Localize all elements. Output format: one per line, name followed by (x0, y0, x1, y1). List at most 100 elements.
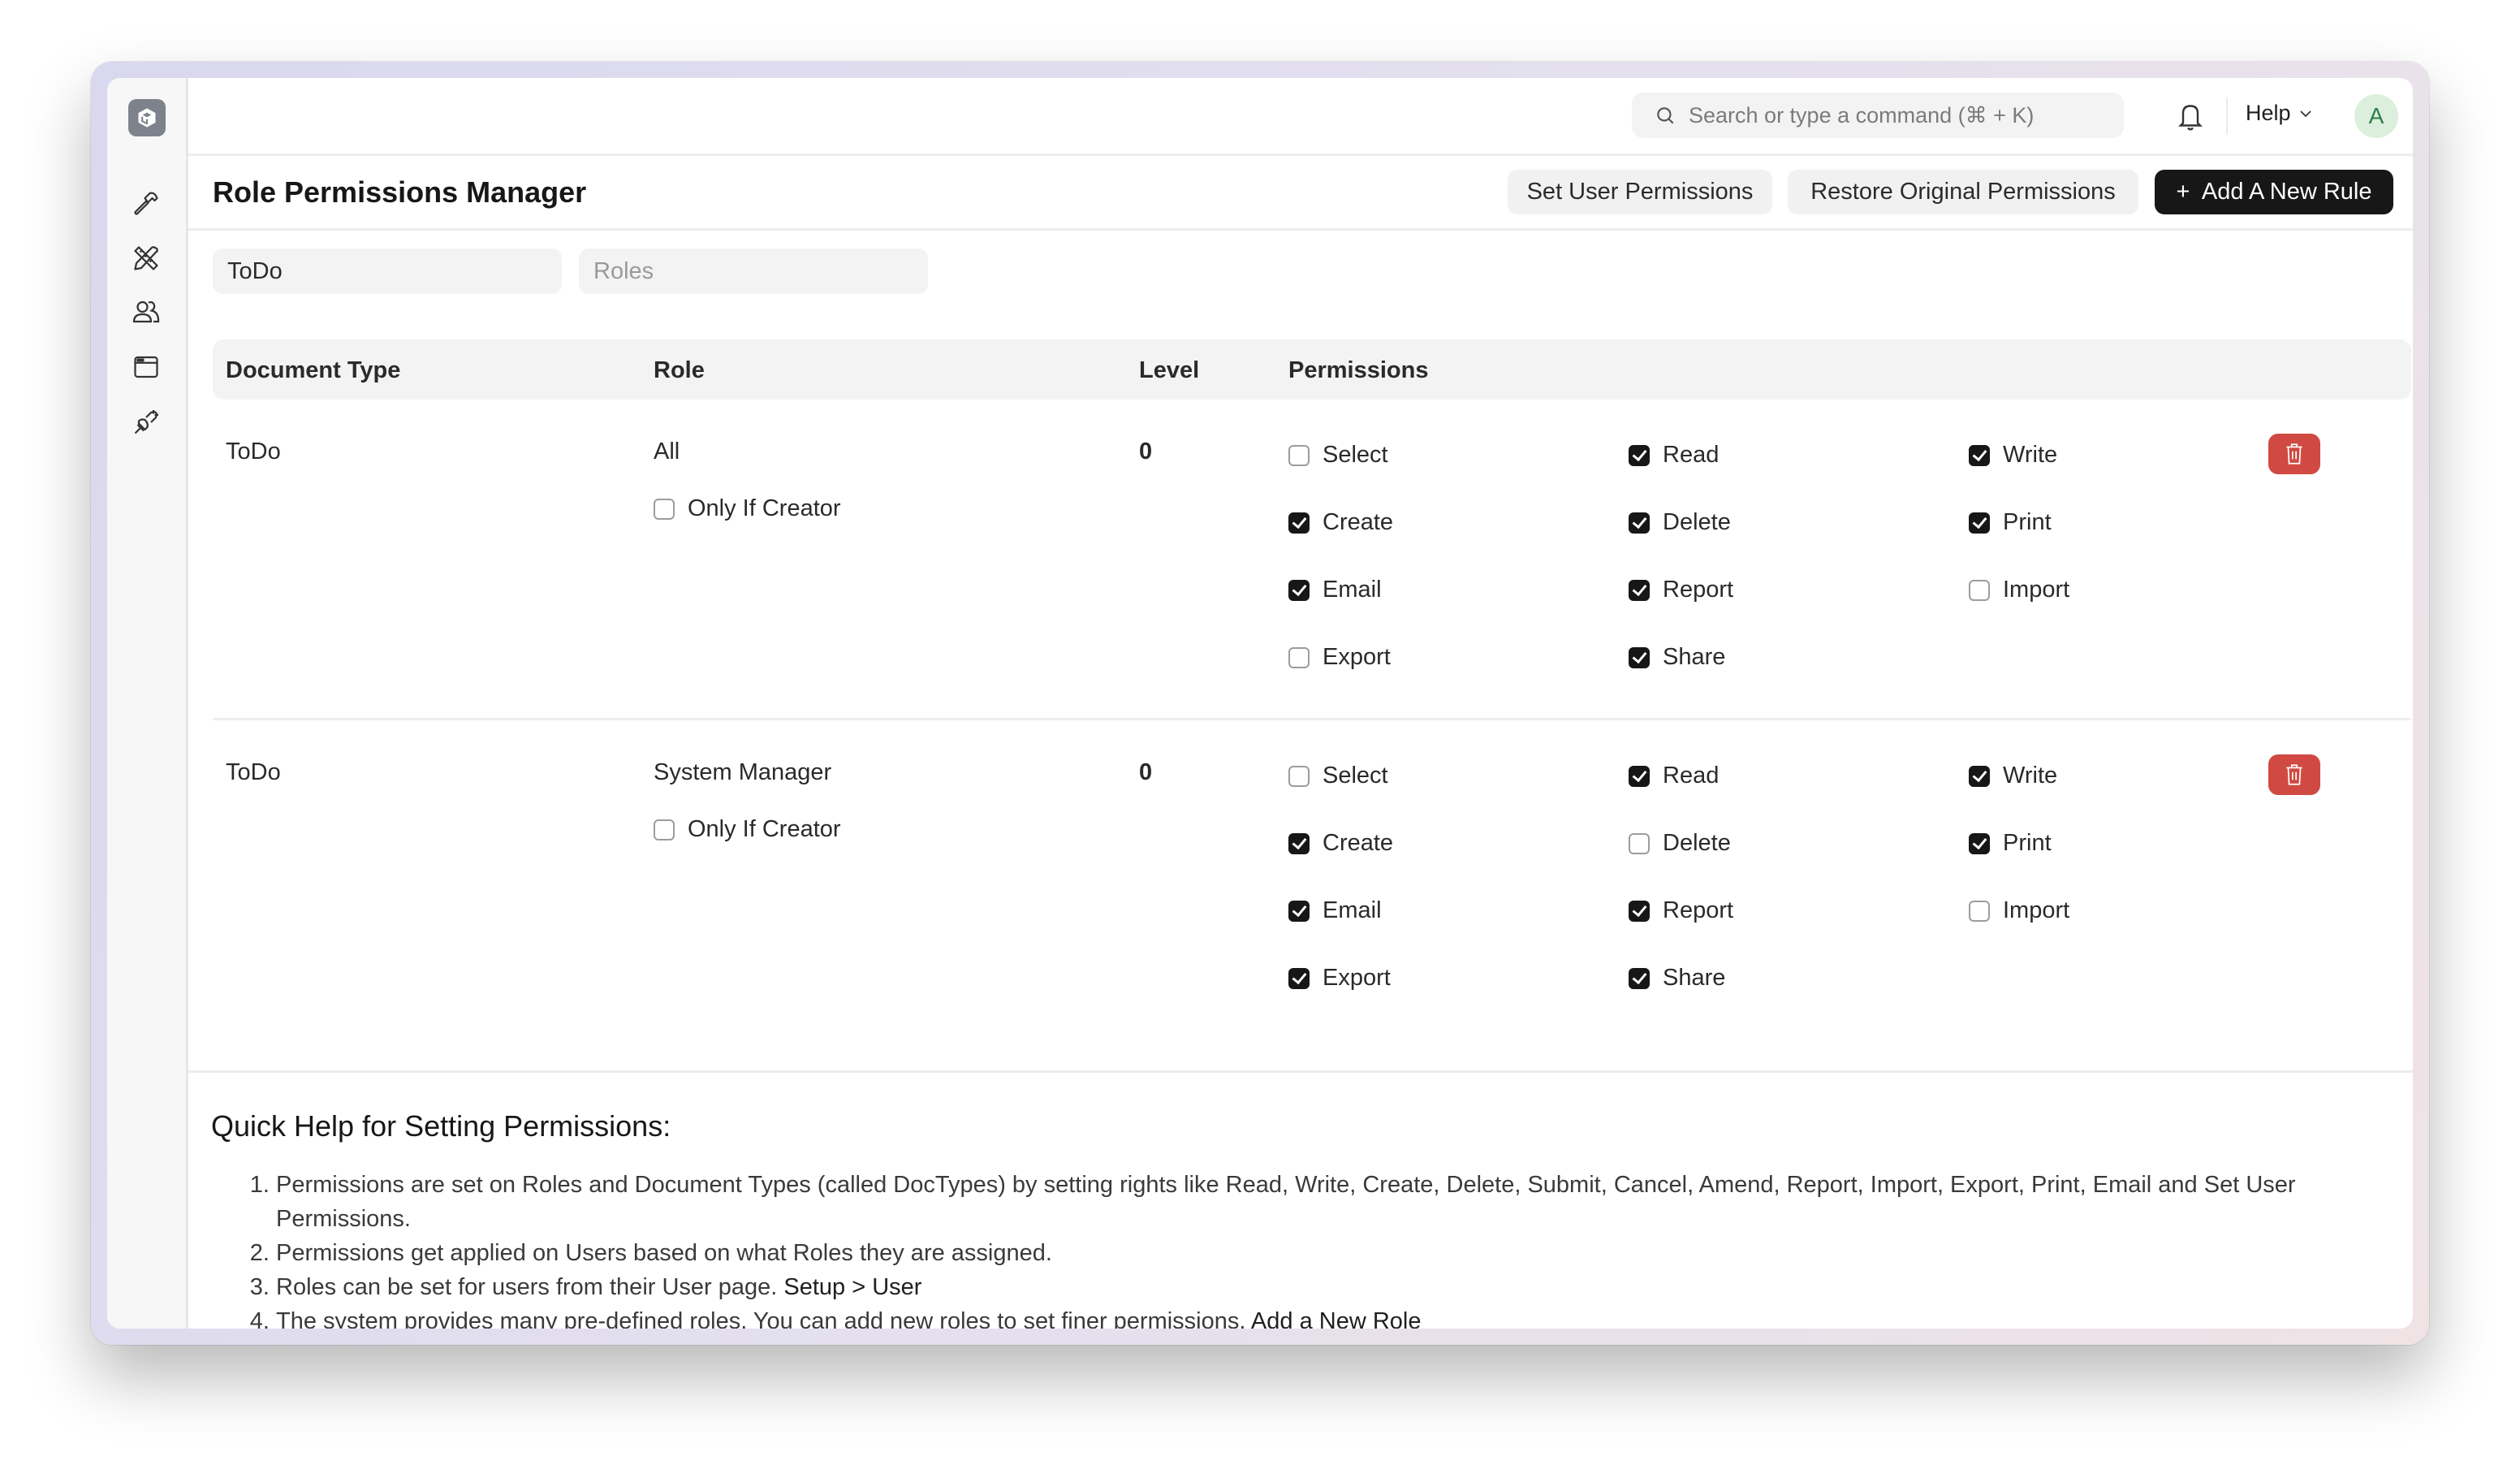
checkbox-box[interactable] (1288, 444, 1310, 466)
only-if-creator-checkbox[interactable]: Only If Creator (654, 495, 841, 522)
checkbox-box[interactable] (1629, 900, 1650, 922)
user-avatar[interactable]: A (2354, 94, 2398, 138)
set-user-permissions-button[interactable]: Set User Permissions (1508, 170, 1772, 214)
app-window: Help A Role Permissions Manager Set User… (107, 78, 2413, 1329)
permission-label: Create (1323, 830, 1394, 856)
quick-help-item: Permissions are set on Roles and Documen… (276, 1168, 2364, 1236)
permission-checkbox-write[interactable]: Write (1969, 763, 2057, 789)
checkbox-box[interactable] (1969, 444, 1990, 466)
level-cell: 0 (1139, 439, 1153, 465)
permission-checkbox-import[interactable]: Import (1969, 897, 2069, 924)
permission-checkbox-import[interactable]: Import (1969, 577, 2069, 603)
role-cell: System Manager (654, 759, 832, 785)
checkbox-box[interactable] (1288, 579, 1310, 601)
permission-label: Report (1663, 897, 1734, 923)
permission-label: Print (2003, 509, 2052, 535)
permission-checkbox-report[interactable]: Report (1629, 577, 1733, 603)
delete-rule-button[interactable] (2268, 754, 2320, 795)
permission-label: Print (2003, 830, 2052, 856)
permission-label: Export (1323, 965, 1391, 991)
checkbox-box[interactable] (1288, 512, 1310, 534)
checkbox-box[interactable] (1629, 512, 1650, 534)
document-type-cell: ToDo (226, 759, 281, 785)
permission-checkbox-share[interactable]: Share (1629, 965, 1725, 992)
permission-checkbox-share[interactable]: Share (1629, 644, 1725, 671)
add-new-rule-button[interactable]: + Add A New Rule (2155, 170, 2393, 214)
permission-checkbox-print[interactable]: Print (1969, 830, 2052, 857)
delete-rule-button[interactable] (2268, 434, 2320, 474)
permission-checkbox-create[interactable]: Create (1288, 509, 1393, 536)
sidebar-item-integrations[interactable] (130, 406, 162, 439)
quick-help-link[interactable]: Add a New Role (1251, 1308, 1422, 1329)
checkbox-box[interactable] (1629, 444, 1650, 466)
sidebar-item-design[interactable] (130, 242, 162, 274)
doctype-filter-input[interactable] (213, 248, 562, 294)
checkbox-box[interactable] (1629, 646, 1650, 668)
quick-help-link[interactable]: Setup > User (783, 1274, 921, 1300)
permission-label: Export (1323, 644, 1391, 670)
users-icon (132, 300, 160, 323)
page-title: Role Permissions Manager (213, 175, 587, 209)
permission-checkbox-read[interactable]: Read (1629, 442, 1719, 469)
permission-checkbox-select[interactable]: Select (1288, 442, 1388, 469)
permissions-table: Document Type Role Level Permissions ToD… (213, 339, 2411, 1039)
notification-bell-icon[interactable] (2176, 101, 2205, 133)
checkbox-box[interactable] (1629, 765, 1650, 787)
help-label: Help (2246, 101, 2291, 125)
quick-help-item: The system provides many pre-defined rol… (276, 1304, 2364, 1329)
checkbox-box[interactable] (1288, 765, 1310, 787)
help-dropdown[interactable]: Help (2246, 101, 2312, 126)
permission-checkbox-email[interactable]: Email (1288, 897, 1382, 924)
header-role: Role (654, 357, 705, 383)
checkbox-box[interactable] (1629, 579, 1650, 601)
permission-label: Report (1663, 577, 1734, 603)
cube-icon (138, 108, 156, 127)
permission-checkbox-email[interactable]: Email (1288, 577, 1382, 603)
search-input[interactable] (1687, 102, 2096, 129)
search-icon (1657, 107, 1674, 124)
permission-checkbox-select[interactable]: Select (1288, 763, 1388, 789)
header-permissions: Permissions (1288, 357, 1429, 383)
checkbox-box[interactable] (1288, 832, 1310, 854)
level-cell: 0 (1139, 759, 1153, 785)
quick-help-text: The system provides many pre-defined rol… (276, 1308, 1251, 1329)
permission-checkbox-write[interactable]: Write (1969, 442, 2057, 469)
permission-checkbox-report[interactable]: Report (1629, 897, 1733, 924)
checkbox-box[interactable] (1629, 832, 1650, 854)
checkbox-box[interactable] (1969, 579, 1990, 601)
checkbox-box[interactable] (1969, 832, 1990, 854)
sidebar-item-build[interactable] (130, 187, 162, 219)
permission-checkbox-export[interactable]: Export (1288, 965, 1391, 992)
trash-icon (2286, 764, 2302, 785)
permission-checkbox-delete[interactable]: Delete (1629, 830, 1731, 857)
permission-checkbox-export[interactable]: Export (1288, 644, 1391, 671)
quick-help-item: Roles can be set for users from their Us… (276, 1270, 2364, 1304)
permission-checkbox-delete[interactable]: Delete (1629, 509, 1731, 536)
header-level: Level (1139, 357, 1200, 383)
permission-checkbox-read[interactable]: Read (1629, 763, 1719, 789)
roles-filter-input[interactable] (579, 248, 928, 294)
permission-checkbox-create[interactable]: Create (1288, 830, 1393, 857)
checkbox-box[interactable] (1969, 765, 1990, 787)
sidebar-item-website[interactable] (130, 351, 162, 383)
checkbox-box[interactable] (1288, 646, 1310, 668)
app-logo[interactable] (128, 99, 166, 136)
restore-original-permissions-button[interactable]: Restore Original Permissions (1788, 170, 2138, 214)
checkbox-box[interactable] (1288, 967, 1310, 989)
checkbox-box[interactable] (1969, 900, 1990, 922)
checkbox-box[interactable] (654, 819, 675, 841)
permission-label: Share (1663, 644, 1726, 670)
quick-help-item: Permissions get applied on Users based o… (276, 1236, 2364, 1270)
document-type-cell: ToDo (226, 439, 281, 465)
checkbox-box[interactable] (1629, 967, 1650, 989)
checkbox-box[interactable] (654, 498, 675, 520)
only-if-creator-checkbox[interactable]: Only If Creator (654, 816, 841, 843)
pencil-ruler-icon (134, 246, 158, 270)
search-bar[interactable] (1632, 93, 2124, 138)
permission-label: Write (2003, 442, 2058, 468)
checkbox-box[interactable] (1969, 512, 1990, 534)
permission-checkbox-print[interactable]: Print (1969, 509, 2052, 536)
sidebar-item-users[interactable] (130, 296, 162, 328)
checkbox-box[interactable] (1288, 900, 1310, 922)
quick-help-text: Roles can be set for users from their Us… (276, 1274, 784, 1300)
